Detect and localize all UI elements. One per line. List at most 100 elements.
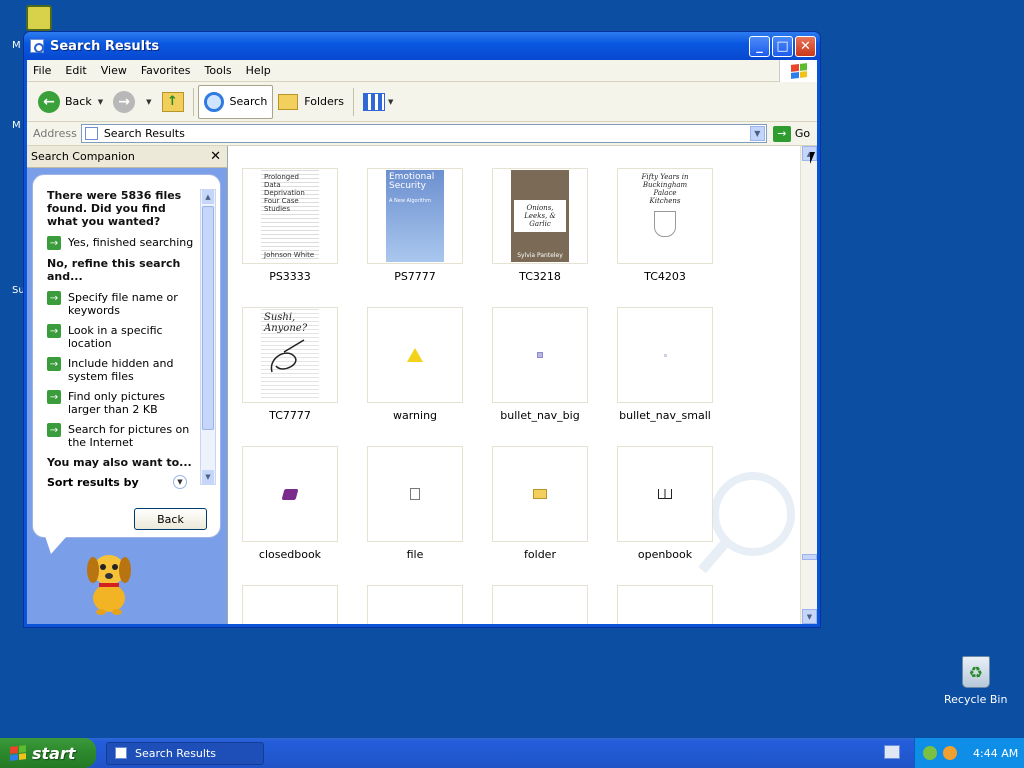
cover-subtitle: A New Algorithm (389, 198, 431, 204)
scroll-up-icon[interactable]: ▲ (202, 190, 214, 204)
keyboard-icon[interactable] (884, 745, 900, 759)
toolbar-separator (192, 87, 194, 116)
result-item[interactable]: warning (367, 307, 463, 446)
result-item[interactable]: closedbook (242, 446, 338, 585)
menu-tools[interactable]: Tools (205, 64, 232, 77)
search-toolbar-button[interactable]: Search (197, 84, 274, 119)
taskbar-item-search-results[interactable]: Search Results (106, 741, 264, 765)
folders-toolbar-button[interactable]: Folders (273, 85, 349, 119)
sort-results-row[interactable]: Sort results by ▼ (47, 475, 187, 489)
window-body: Search Companion ✕ There were 5836 files… (27, 146, 817, 624)
go-button[interactable]: → Go (772, 125, 811, 142)
views-dropdown-icon[interactable]: ▼ (388, 98, 393, 106)
results-grid: Prolonged Data Deprivation Four Case Stu… (242, 168, 713, 624)
result-item[interactable] (617, 585, 713, 624)
thumbnail: Sushi, Anyone? (242, 307, 338, 403)
result-item[interactable]: file (367, 446, 463, 585)
result-item[interactable]: Onions, Leeks, & Garlic Sylvia Panteley … (492, 168, 588, 307)
search-results-icon (84, 127, 98, 140)
menu-file[interactable]: File (33, 64, 51, 77)
scroll-thumb[interactable] (802, 554, 817, 560)
desktop-shortcut-icon[interactable] (26, 5, 52, 31)
scroll-down-icon[interactable]: ▼ (202, 470, 214, 484)
result-item[interactable]: Emotional Security A New Algorithm PS777… (367, 168, 463, 307)
back-label: Back (65, 95, 92, 108)
scroll-thumb[interactable] (202, 206, 214, 430)
search-label: Search (229, 95, 268, 108)
green-arrow-icon: → (47, 423, 61, 437)
file-name: warning (392, 409, 438, 422)
option-pictures-larger[interactable]: → Find only pictures larger than 2 KB (47, 390, 200, 416)
companion-back-button[interactable]: Back (134, 508, 207, 530)
result-item[interactable] (367, 585, 463, 624)
menu-help[interactable]: Help (246, 64, 271, 77)
bullet-small-icon (663, 353, 667, 357)
results-scrollbar[interactable]: ▲ ▼ (800, 146, 817, 624)
search-companion-pane: Search Companion ✕ There were 5836 files… (27, 146, 227, 624)
result-item[interactable] (492, 585, 588, 624)
thumbnail: Emotional Security A New Algorithm (367, 168, 463, 264)
option-file-name[interactable]: → Specify file name or keywords (47, 291, 200, 317)
window-title: Search Results (50, 38, 160, 54)
result-item[interactable]: Prolonged Data Deprivation Four Case Stu… (242, 168, 338, 307)
book-cover-ps7777: Emotional Security A New Algorithm (386, 170, 444, 262)
book-cover-tc4203: Fifty Years in Buckingham Palace Kitchen… (636, 170, 694, 262)
book-cover-tc3218: Onions, Leeks, & Garlic Sylvia Panteley (511, 170, 569, 262)
result-item[interactable]: Sushi, Anyone? TC7777 (242, 307, 338, 446)
back-toolbar-button[interactable]: ← Back ▼ (33, 85, 108, 119)
close-icon[interactable]: ✕ (210, 149, 221, 164)
result-item[interactable] (242, 585, 338, 624)
green-arrow-icon: → (47, 324, 61, 338)
result-item[interactable]: openbook (617, 446, 713, 585)
recycle-bin[interactable]: ♻ Recycle Bin (944, 656, 1007, 706)
forward-toolbar-button[interactable]: → ▼ (108, 85, 156, 119)
file-name: bullet_nav_small (619, 409, 711, 422)
search-window-icon (115, 747, 127, 759)
cover-text: Fifty Years in Buckingham Palace Kitchen… (641, 173, 689, 205)
scroll-down-icon[interactable]: ▼ (802, 609, 817, 624)
up-folder-icon: ↑ (161, 91, 184, 112)
go-label: Go (794, 127, 811, 140)
option-label: Include hidden and system files (68, 357, 174, 383)
option-internet-pictures[interactable]: → Search for pictures on the Internet (47, 423, 200, 449)
sort-label: Sort results by (47, 475, 139, 489)
close-button[interactable]: ✕ (795, 35, 816, 57)
file-name: openbook (637, 548, 693, 561)
result-item[interactable]: folder (492, 446, 588, 585)
menu-favorites[interactable]: Favorites (141, 64, 191, 77)
toolbar: ← Back ▼ → ▼ ↑ Search Folders ▼ (27, 82, 817, 122)
option-hidden-files[interactable]: → Include hidden and system files (47, 357, 200, 383)
search-dog-icon[interactable] (79, 546, 139, 616)
thumbnail (617, 307, 713, 403)
bubble-tail (45, 536, 67, 554)
maximize-button[interactable]: □ (772, 35, 793, 57)
result-item[interactable]: bullet_nav_big (492, 307, 588, 446)
forward-dropdown-icon[interactable]: ▼ (146, 98, 151, 106)
minimize-button[interactable]: _ (749, 35, 770, 57)
network-icon[interactable] (923, 746, 937, 760)
companion-title: Search Companion (31, 150, 135, 163)
title-bar[interactable]: Search Results _ □ ✕ (24, 32, 820, 60)
menu-view[interactable]: View (101, 64, 127, 77)
refine-heading: No, refine this search and... (47, 257, 181, 283)
companion-scrollbar[interactable]: ▲ ▼ (200, 189, 216, 485)
menu-edit[interactable]: Edit (65, 64, 86, 77)
up-folder-button[interactable]: ↑ (157, 85, 189, 119)
start-button[interactable]: start (0, 738, 96, 768)
option-finished[interactable]: → Yes, finished searching (47, 236, 200, 250)
address-input[interactable]: Search Results ▼ (80, 124, 767, 143)
result-item[interactable]: Fifty Years in Buckingham Palace Kitchen… (617, 168, 713, 307)
book-cover-ps3333: Prolonged Data Deprivation Four Case Stu… (261, 170, 319, 262)
file-name: PS3333 (269, 270, 311, 283)
address-dropdown-icon[interactable]: ▼ (749, 126, 765, 141)
chevron-down-icon[interactable]: ▼ (173, 475, 187, 489)
companion-header: Search Companion ✕ (27, 146, 227, 168)
views-toolbar-button[interactable]: ▼ (358, 85, 398, 119)
search-magnifier-icon (203, 91, 224, 112)
result-item[interactable]: bullet_nav_small (617, 307, 713, 446)
search-tray-icon[interactable] (943, 746, 957, 760)
option-location[interactable]: → Look in a specific location (47, 324, 200, 350)
chopsticks-sketch-icon (270, 339, 305, 373)
back-dropdown-icon[interactable]: ▼ (98, 98, 103, 106)
closed-book-icon (281, 488, 299, 500)
